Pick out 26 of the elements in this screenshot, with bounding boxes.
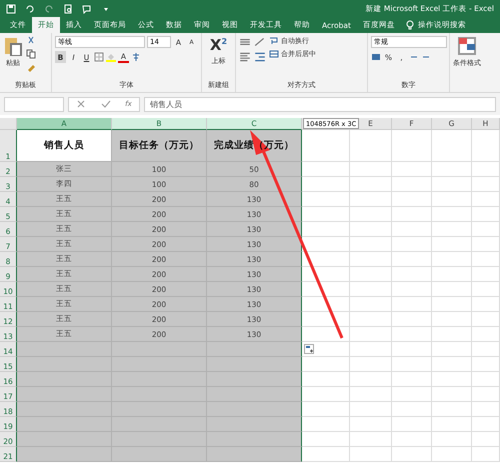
fill-color-icon[interactable] <box>106 52 116 62</box>
cut-icon[interactable] <box>26 36 36 46</box>
redo-icon[interactable] <box>44 4 54 14</box>
align-left-icon[interactable] <box>239 51 251 63</box>
wrap-text-icon[interactable] <box>269 36 279 46</box>
formula-input[interactable]: 销售人员 <box>144 96 496 112</box>
conditional-format-icon[interactable] <box>457 36 477 56</box>
quick-analysis-icon[interactable] <box>304 344 314 354</box>
cancel-icon[interactable] <box>76 99 86 109</box>
table-cell: 目标任务（万元） <box>112 130 207 162</box>
undo-icon[interactable] <box>25 4 35 14</box>
phonetic-icon[interactable] <box>131 52 141 62</box>
save-icon[interactable] <box>6 4 16 14</box>
superscript-icon[interactable]: X$^{2}$ <box>210 36 228 54</box>
lightbulb-icon[interactable] <box>404 20 415 30</box>
indent-icon[interactable] <box>254 51 266 63</box>
borders-icon[interactable] <box>94 52 104 62</box>
merge-center-icon[interactable] <box>269 49 279 59</box>
orientation-icon[interactable] <box>254 36 266 48</box>
print-preview-icon[interactable] <box>63 4 73 14</box>
paste-icon[interactable] <box>3 36 23 56</box>
table-cell: 完成业绩（万元） <box>207 130 302 162</box>
enter-icon[interactable] <box>100 99 111 109</box>
table-cell: 销售人员 <box>17 130 112 162</box>
align-top-icon[interactable] <box>239 36 251 48</box>
copy-icon[interactable] <box>26 49 36 59</box>
